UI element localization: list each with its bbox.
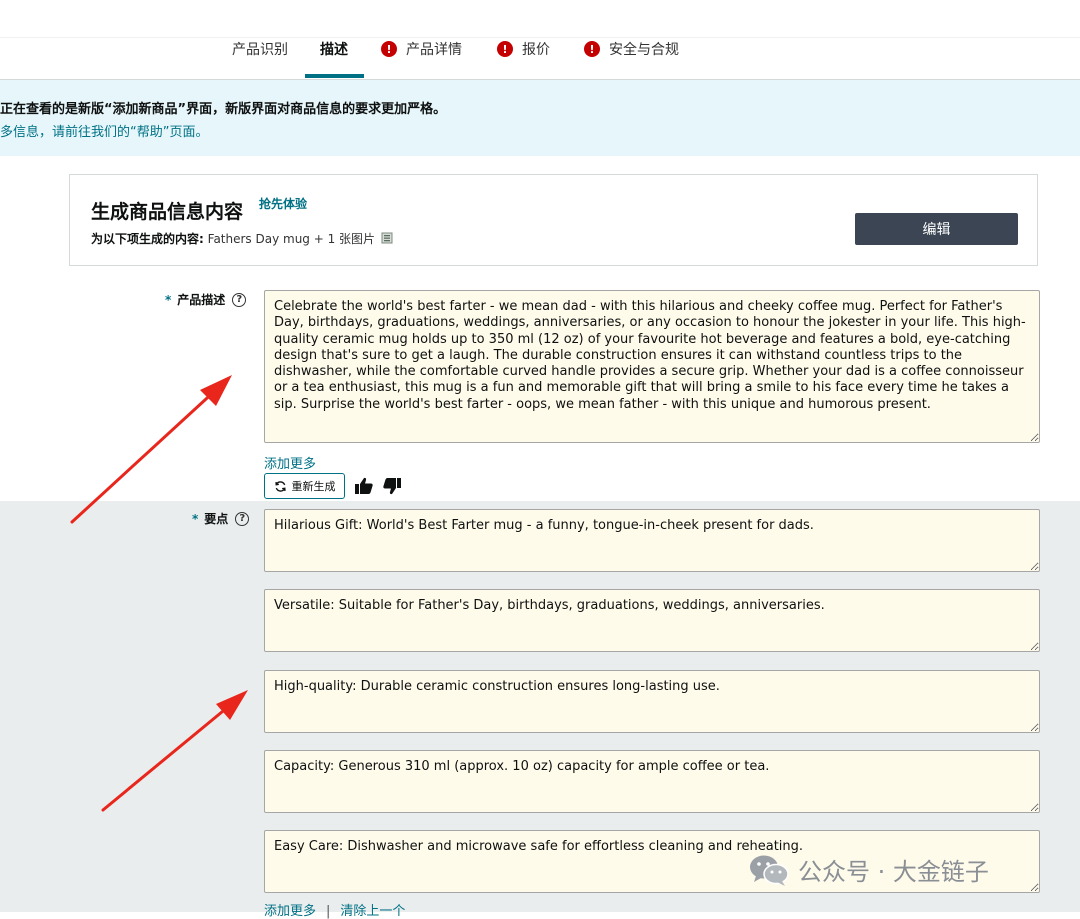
subtitle-label: 为以下项生成的内容: [91, 232, 204, 246]
tab-label: 产品详情 [406, 42, 462, 58]
bullet-actions: 添加更多 | 清除上一个 [264, 900, 405, 919]
bullet-point-textarea-2[interactable]: Versatile: Suitable for Father's Day, bi… [264, 589, 1040, 652]
alert-icon: ! [381, 41, 397, 57]
edit-button[interactable]: 编辑 [855, 213, 1018, 245]
alert-icon: ! [497, 41, 513, 57]
bullet-points-label: * 要点 ? [192, 510, 250, 527]
tab-label: 产品识别 [232, 42, 288, 58]
thumbs-up-icon[interactable] [354, 476, 374, 496]
bullet-point-textarea-1[interactable]: Hilarious Gift: World's Best Farter mug … [264, 509, 1040, 572]
active-tab-indicator [305, 74, 364, 78]
tab-offer[interactable]: ! 报价 [497, 36, 550, 62]
arrow-description [70, 375, 232, 524]
subtitle-value: Fathers Day mug + 1 张图片 [207, 232, 376, 246]
help-icon[interactable]: ? [235, 511, 250, 526]
tab-description[interactable]: 描述 [320, 36, 348, 62]
tab-safety-compliance[interactable]: ! 安全与合规 [584, 36, 679, 62]
generate-title: 生成商品信息内容 [91, 201, 244, 223]
tab-label: 安全与合规 [609, 42, 679, 58]
banner-help-link[interactable]: 多信息，请前往我们的“帮助”页面。 [0, 121, 208, 140]
early-access-badge: 抢先体验 [259, 197, 308, 211]
add-more-link[interactable]: 添加更多 [264, 453, 316, 472]
tab-label: 报价 [522, 42, 550, 58]
watermark-text: 公众号 · 大金链子 [798, 858, 989, 886]
watermark: 公众号 · 大金链子 [748, 852, 989, 887]
generate-subtitle: 为以下项生成的内容: Fathers Day mug + 1 张图片 [91, 230, 393, 247]
required-marker: * [165, 292, 172, 307]
help-icon[interactable]: ? [232, 292, 247, 307]
info-banner: 正在查看的是新版“添加新商品”界面，新版界面对商品信息的要求更加严格。 多信息，… [0, 80, 1080, 156]
bullet-point-textarea-4[interactable]: Capacity: Generous 310 ml (approx. 10 oz… [264, 750, 1040, 813]
generate-content-card: 生成商品信息内容 抢先体验 为以下项生成的内容: Fathers Day mug… [69, 174, 1038, 266]
banner-message: 正在查看的是新版“添加新商品”界面，新版界面对商品信息的要求更加严格。 [0, 102, 447, 117]
tab-bar: 产品识别 描述 ! 产品详情 ! 报价 ! 安全与合规 [0, 0, 1080, 80]
image-icon [381, 232, 393, 244]
bullet-point-textarea-3[interactable]: High-quality: Durable ceramic constructi… [264, 670, 1040, 733]
required-marker: * [192, 511, 199, 526]
product-description-textarea[interactable]: Celebrate the world's best farter - we m… [264, 290, 1040, 443]
thumbs-down-icon[interactable] [382, 476, 402, 496]
product-description-label: * 产品描述 ? [165, 291, 247, 308]
label-text: 产品描述 [177, 293, 226, 307]
label-text: 要点 [204, 512, 229, 526]
tab-product-identity[interactable]: 产品识别 [232, 36, 288, 62]
tab-label: 描述 [320, 42, 348, 58]
regenerate-label: 重新生成 [291, 480, 336, 493]
refresh-icon [274, 480, 286, 492]
alert-icon: ! [584, 41, 600, 57]
tab-product-details[interactable]: ! 产品详情 [381, 36, 462, 62]
regenerate-button[interactable]: 重新生成 [264, 473, 345, 499]
wechat-icon [750, 855, 789, 886]
